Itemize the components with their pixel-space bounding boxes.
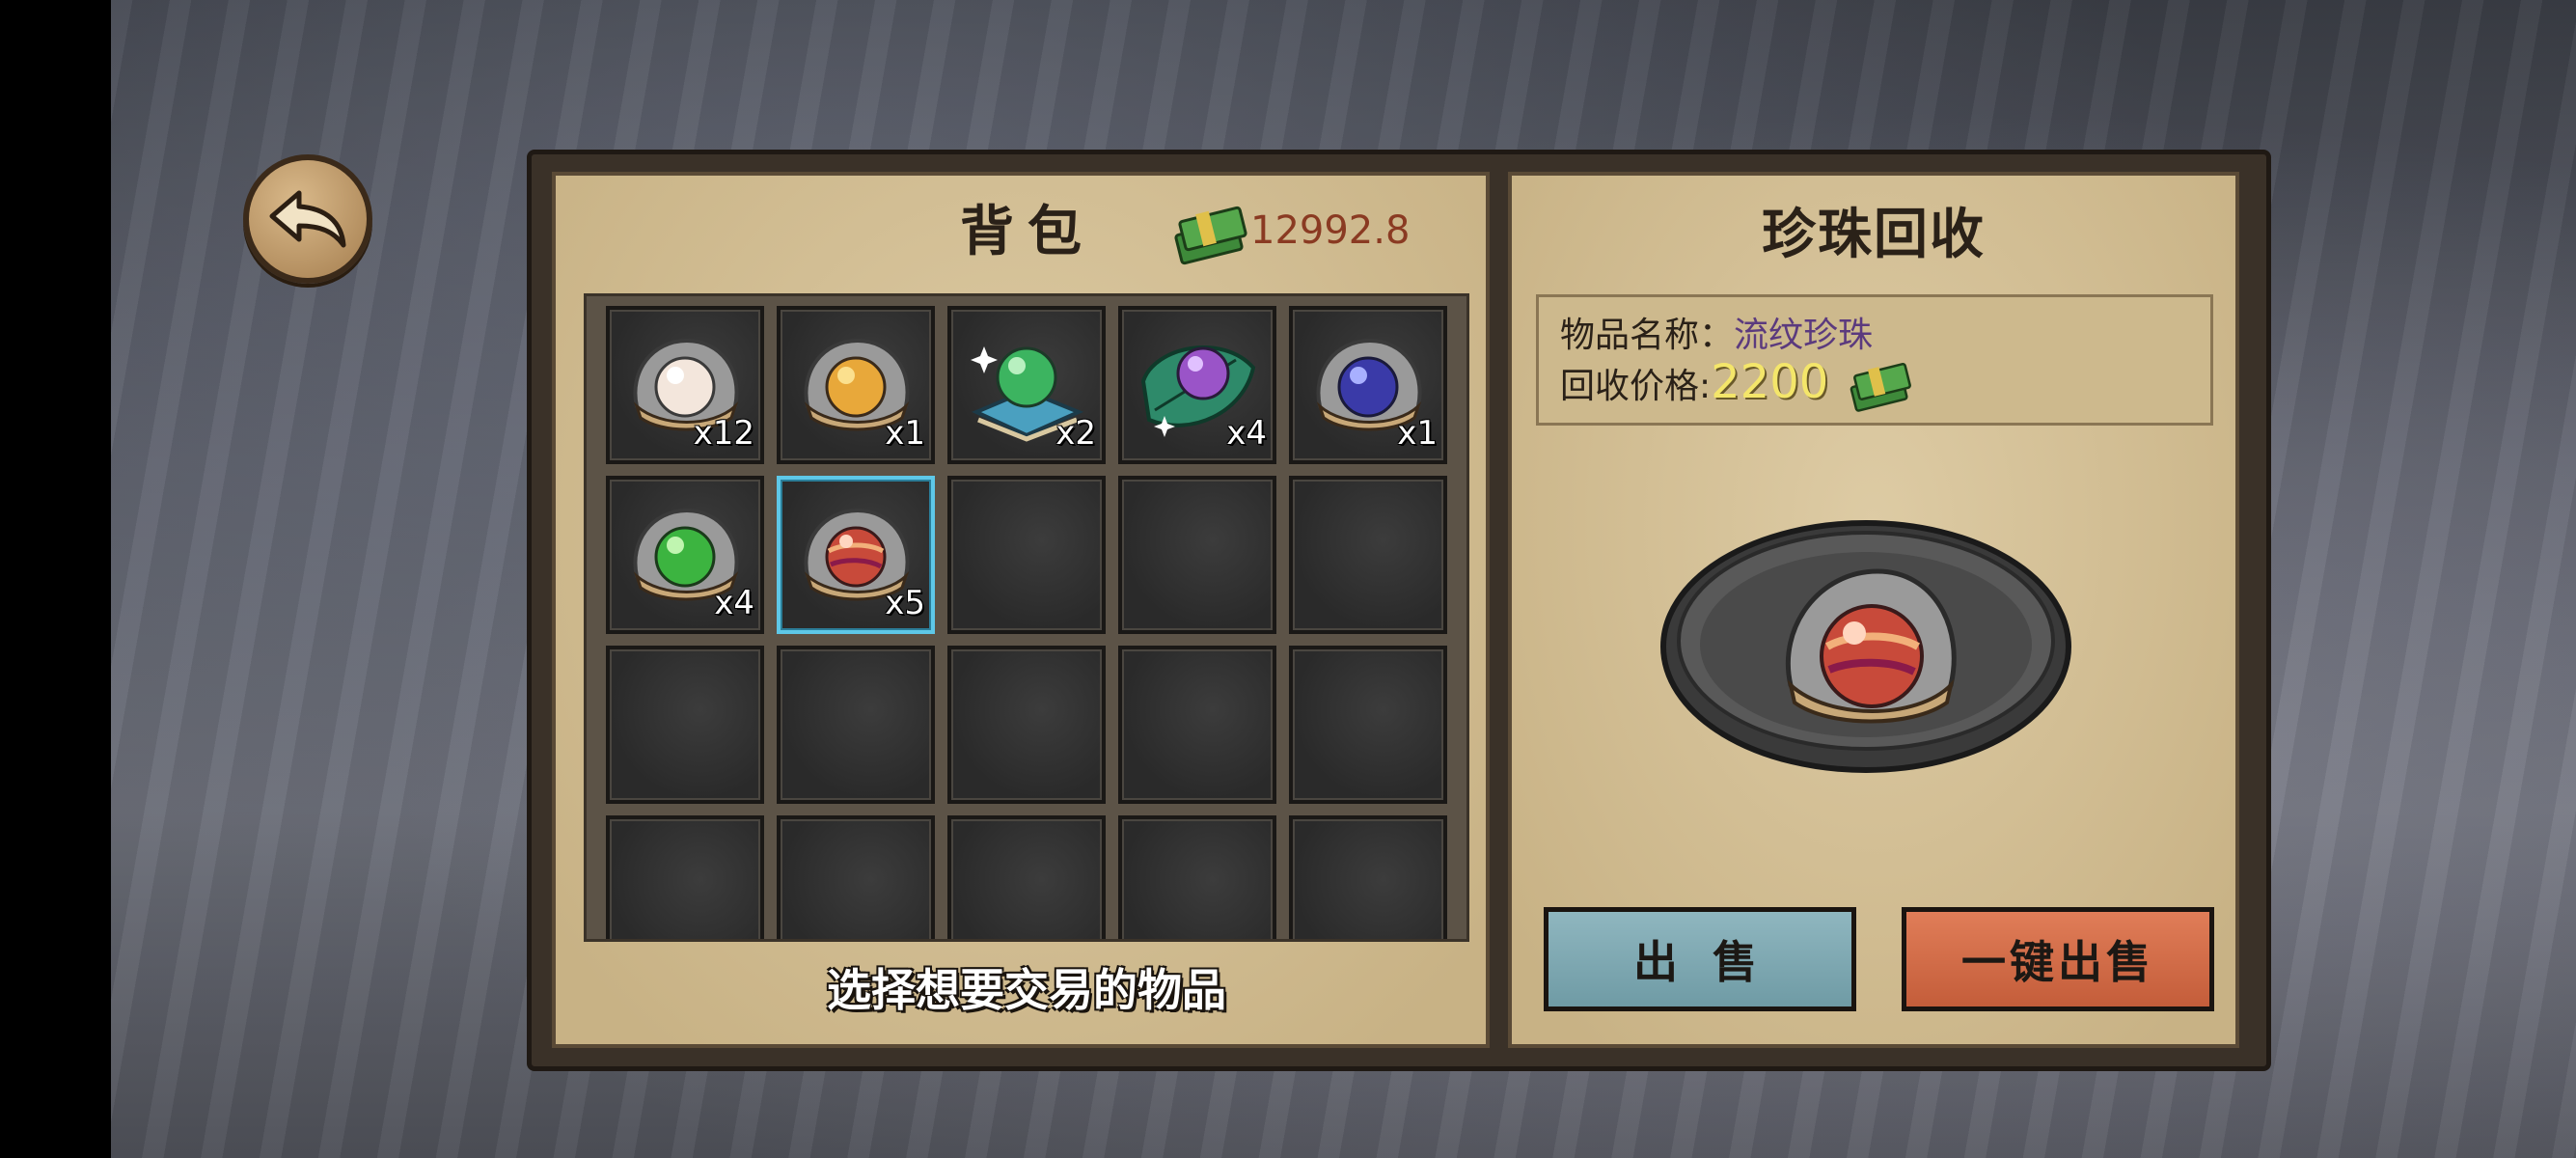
item-count: x1 [1397,414,1438,453]
inventory-slot[interactable]: x2 [947,306,1106,464]
backpack-title: 背包 [960,201,1095,263]
inventory-slot-empty[interactable] [1118,646,1276,804]
inventory-slot-empty[interactable] [777,815,935,939]
item-name-label: 物品名称： [1560,316,1735,355]
inventory-slot-empty[interactable] [1118,476,1276,634]
inventory-slot[interactable]: x1 [777,306,935,464]
price-row: 回收价格:2200 [1560,355,1828,409]
back-button[interactable] [243,154,372,284]
item-count: x5 [885,584,925,622]
item-count: x1 [885,414,925,453]
inventory-slot-empty[interactable] [1289,646,1447,804]
inventory-slot-empty[interactable] [1289,815,1447,939]
item-count: x2 [1055,414,1096,453]
price-label: 回收价格: [1560,367,1712,406]
inventory-slot-empty[interactable] [947,646,1106,804]
item-name-row: 物品名称：流纹珍珠 [1560,307,1873,357]
inventory-slot-empty[interactable] [777,646,935,804]
item-info-box: 物品名称：流纹珍珠 回收价格:2200 [1536,294,2213,426]
sell-all-button[interactable]: 一键出售 [1902,907,2214,1011]
cash-icon [1174,206,1247,265]
inventory-slot[interactable]: x4 [1118,306,1276,464]
inventory-slot-empty[interactable] [1118,815,1276,939]
inventory-grid: x12 x1 x2 x4 x1 x4 x5 [584,293,1469,942]
inventory-slot-empty[interactable] [606,815,764,939]
inventory-slot-empty[interactable] [1289,476,1447,634]
item-count: x4 [1226,414,1267,453]
price-value: 2200 [1711,355,1829,409]
inventory-slot-selected[interactable]: x5 [777,476,935,634]
pearl-plate-display [1660,520,2071,773]
money-value: 12992.8 [1250,208,1411,253]
cash-icon [1850,362,1911,412]
item-count: x12 [693,414,754,453]
item-name-value: 流纹珍珠 [1734,316,1874,355]
sell-button[interactable]: 出 售 [1544,907,1856,1011]
select-item-hint: 选择想要交易的物品 [827,964,1226,1016]
item-count: x4 [714,584,754,622]
inventory-slot[interactable]: x1 [1289,306,1447,464]
inventory-slot[interactable]: x4 [606,476,764,634]
inventory-slot-empty[interactable] [947,815,1106,939]
inventory-slot[interactable]: x12 [606,306,764,464]
inventory-slot-empty[interactable] [606,646,764,804]
inventory-slot-empty[interactable] [947,476,1106,634]
recycle-title: 珍珠回收 [1762,204,1986,266]
back-arrow-icon [269,190,346,248]
